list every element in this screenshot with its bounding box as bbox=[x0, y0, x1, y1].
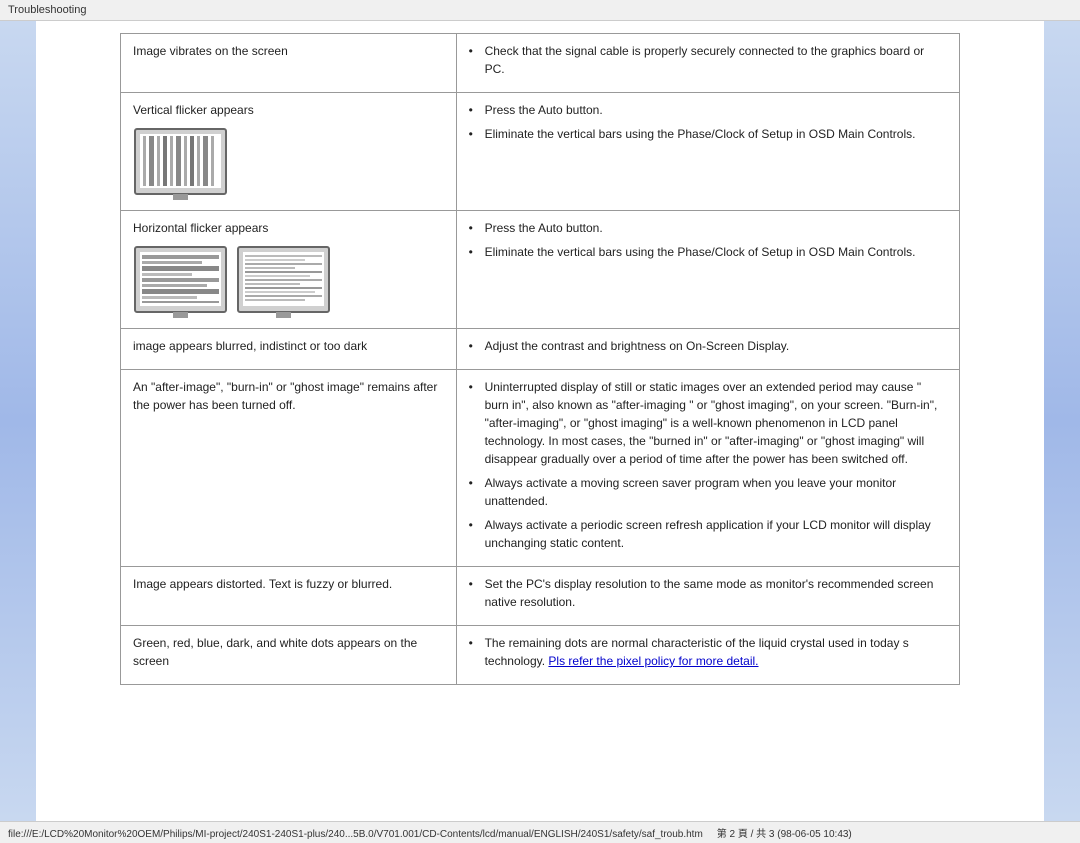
table-row: Vertical flicker appears bbox=[121, 93, 960, 211]
solution-cell: Uninterrupted display of still or static… bbox=[456, 370, 959, 567]
solution-item: The remaining dots are normal characteri… bbox=[469, 634, 947, 670]
solution-item: Uninterrupted display of still or static… bbox=[469, 378, 947, 468]
page-content: Image vibrates on the screen Check that … bbox=[110, 33, 970, 685]
problem-title: Vertical flicker appears bbox=[133, 101, 444, 119]
solution-item: Check that the signal cable is properly … bbox=[469, 42, 947, 78]
problem-title: Horizontal flicker appears bbox=[133, 219, 444, 237]
solution-item: Eliminate the vertical bars using the Ph… bbox=[469, 125, 947, 143]
top-bar: Troubleshooting bbox=[0, 0, 1080, 21]
table-row: Horizontal flicker appears bbox=[121, 211, 960, 329]
solution-cell: Press the Auto button. Eliminate the ver… bbox=[456, 93, 959, 211]
solution-item: Set the PC's display resolution to the s… bbox=[469, 575, 947, 611]
problem-title: image appears blurred, indistinct or too… bbox=[133, 337, 444, 355]
solution-cell: The remaining dots are normal characteri… bbox=[456, 626, 959, 685]
status-page-info: 第 2 頁 / 共 3 (98-06-05 10:43) bbox=[717, 829, 852, 840]
right-sidebar bbox=[1044, 21, 1080, 821]
solution-list: Uninterrupted display of still or static… bbox=[469, 378, 947, 552]
problem-cell: image appears blurred, indistinct or too… bbox=[121, 329, 457, 370]
solution-item: Press the Auto button. bbox=[469, 101, 947, 119]
problem-title: Image appears distorted. Text is fuzzy o… bbox=[133, 575, 444, 593]
table-row: Image appears distorted. Text is fuzzy o… bbox=[121, 567, 960, 626]
solution-list: Set the PC's display resolution to the s… bbox=[469, 575, 947, 611]
solution-cell: Set the PC's display resolution to the s… bbox=[456, 567, 959, 626]
problem-title: An "after-image", "burn-in" or "ghost im… bbox=[133, 378, 444, 414]
horizontal-flicker-image-1 bbox=[133, 245, 228, 320]
solution-list: Press the Auto button. Eliminate the ver… bbox=[469, 101, 947, 143]
solution-cell: Check that the signal cable is properly … bbox=[456, 34, 959, 93]
solution-item: Always activate a moving screen saver pr… bbox=[469, 474, 947, 510]
problem-image-area bbox=[133, 127, 444, 202]
table-row: Green, red, blue, dark, and white dots a… bbox=[121, 626, 960, 685]
solution-item: Always activate a periodic screen refres… bbox=[469, 516, 947, 552]
main-layout: Image vibrates on the screen Check that … bbox=[0, 21, 1080, 821]
top-bar-label: Troubleshooting bbox=[8, 4, 86, 16]
status-bar: file:///E:/LCD%20Monitor%20OEM/Philips/M… bbox=[0, 821, 1080, 843]
solution-item: Eliminate the vertical bars using the Ph… bbox=[469, 243, 947, 261]
problem-cell: Green, red, blue, dark, and white dots a… bbox=[121, 626, 457, 685]
vertical-flicker-image bbox=[133, 127, 228, 202]
solution-list: Adjust the contrast and brightness on On… bbox=[469, 337, 947, 355]
problem-cell: Vertical flicker appears bbox=[121, 93, 457, 211]
solution-list: Press the Auto button. Eliminate the ver… bbox=[469, 219, 947, 261]
problem-cell: Horizontal flicker appears bbox=[121, 211, 457, 329]
table-row: Image vibrates on the screen Check that … bbox=[121, 34, 960, 93]
solution-list: The remaining dots are normal characteri… bbox=[469, 634, 947, 670]
solution-cell: Adjust the contrast and brightness on On… bbox=[456, 329, 959, 370]
solution-list: Check that the signal cable is properly … bbox=[469, 42, 947, 78]
solution-item: Adjust the contrast and brightness on On… bbox=[469, 337, 947, 355]
status-url: file:///E:/LCD%20Monitor%20OEM/Philips/M… bbox=[8, 829, 703, 840]
problem-title: Image vibrates on the screen bbox=[133, 42, 444, 60]
table-row: image appears blurred, indistinct or too… bbox=[121, 329, 960, 370]
left-sidebar bbox=[0, 21, 36, 821]
solution-cell: Press the Auto button. Eliminate the ver… bbox=[456, 211, 959, 329]
content-area: Image vibrates on the screen Check that … bbox=[36, 21, 1044, 821]
solution-item: Press the Auto button. bbox=[469, 219, 947, 237]
problem-cell: Image vibrates on the screen bbox=[121, 34, 457, 93]
horizontal-flicker-image-2 bbox=[236, 245, 331, 320]
troubleshoot-table: Image vibrates on the screen Check that … bbox=[120, 33, 960, 685]
problem-title: Green, red, blue, dark, and white dots a… bbox=[133, 634, 444, 670]
pixel-policy-link[interactable]: Pls refer the pixel policy for more deta… bbox=[548, 654, 758, 668]
problem-cell: An "after-image", "burn-in" or "ghost im… bbox=[121, 370, 457, 567]
table-row: An "after-image", "burn-in" or "ghost im… bbox=[121, 370, 960, 567]
problem-image-area bbox=[133, 245, 444, 320]
problem-cell: Image appears distorted. Text is fuzzy o… bbox=[121, 567, 457, 626]
